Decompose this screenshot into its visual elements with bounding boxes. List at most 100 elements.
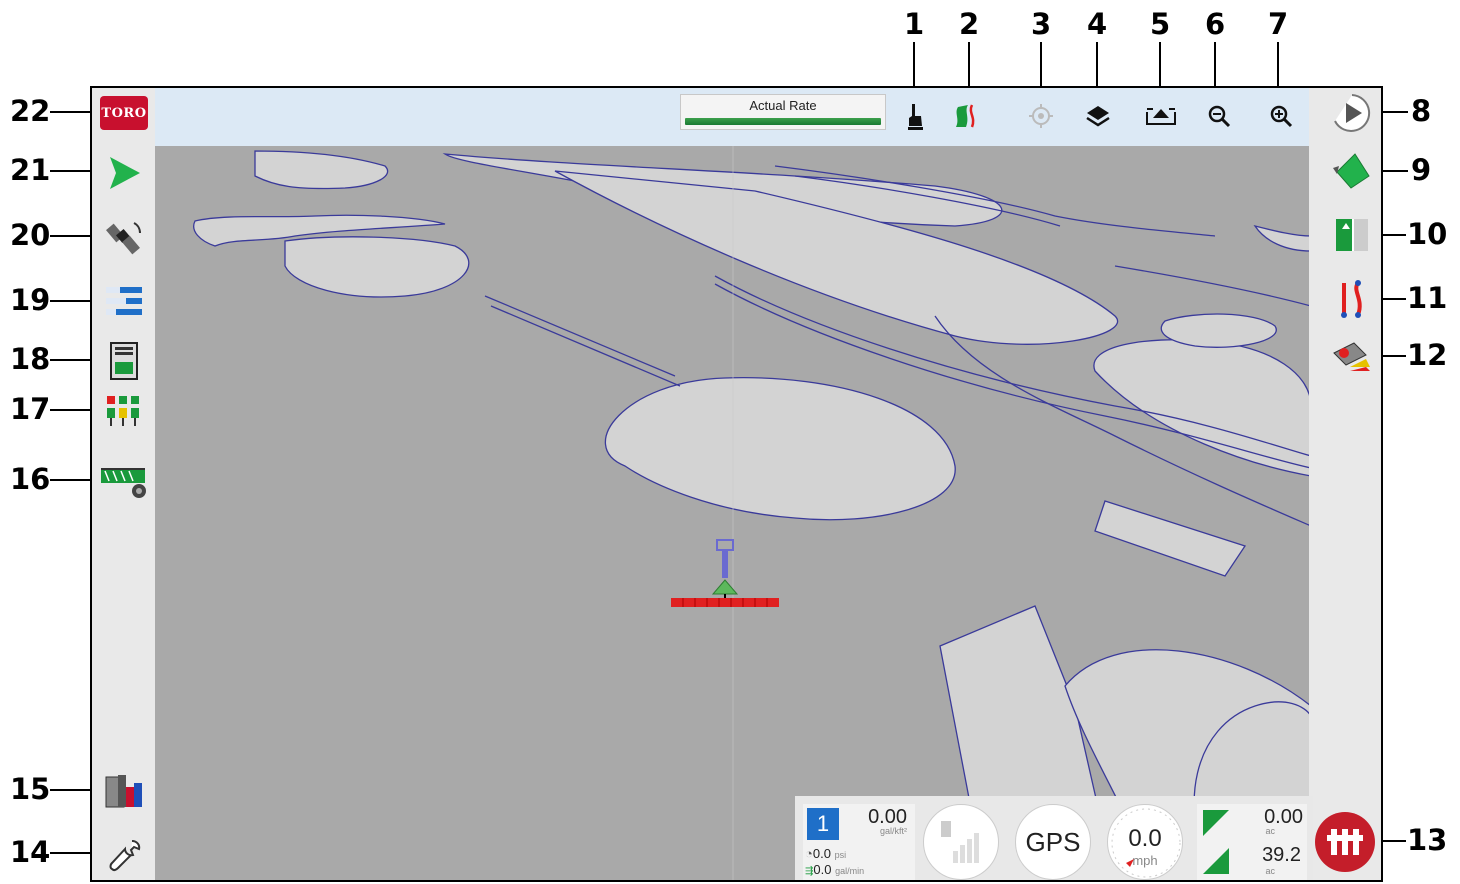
area-icon [1336,219,1368,251]
console-button[interactable] [99,338,149,384]
layers-icon [1086,106,1110,127]
callout-20: 20 [10,218,51,252]
gps-status-gauge[interactable]: GPS [1015,804,1091,880]
actual-rate-panel[interactable]: Actual Rate [680,94,886,130]
leader-line [968,42,970,92]
field-button[interactable] [1327,148,1377,194]
rate-control-button[interactable] [1327,334,1377,380]
callout-14: 14 [10,835,51,869]
callout-3: 3 [1031,7,1052,41]
rate-panel[interactable]: 1 0.00 gal/kft² ◔0.0 psi ⇶0.0 gal/min [803,804,915,880]
speedometer-icon [1111,808,1181,878]
hand-pointer-icon [908,104,923,130]
callout-8: 8 [1411,94,1432,128]
boundary-button[interactable] [1327,276,1377,322]
view-mode-icon [1146,108,1176,125]
center-target-button[interactable] [1018,94,1064,138]
callout-17: 17 [10,392,51,426]
callout-7: 7 [1268,7,1289,41]
job-list-button[interactable] [99,278,149,324]
toro-logo-icon: TORO [100,96,148,130]
rate-unit: gal/kft² [879,826,907,836]
vehicle-marker-icon [671,539,779,607]
play-icon [1334,94,1371,132]
coverage-icon [956,104,975,128]
area-2-value: 39.2 [1262,844,1301,866]
gps-satellite-button[interactable] [99,214,149,260]
callout-15: 15 [10,772,51,806]
map-canvas[interactable] [155,146,1312,882]
section-control-button[interactable] [99,388,149,434]
sprayer-setup-button[interactable] [99,458,149,504]
leader-line [1159,42,1161,92]
callout-12: 12 [1407,338,1448,372]
leader-line [913,42,915,92]
view-mode-button[interactable] [1138,94,1184,138]
callout-21: 21 [10,153,51,187]
map-view[interactable] [155,146,1312,882]
callout-2: 2 [959,7,980,41]
signal-gauge[interactable] [923,804,999,880]
field-icon [1333,153,1370,189]
callout-4: 4 [1087,7,1108,41]
center-target-icon [1029,104,1053,128]
sprayer-icon [101,468,146,498]
callout-9: 9 [1411,153,1432,187]
settings-button[interactable] [99,832,149,878]
signal-strength-icon [941,821,979,863]
guidance-arrow-icon [110,157,140,189]
callout-5: 5 [1150,7,1171,41]
area-total-icon [1203,848,1229,874]
guidance-button[interactable] [99,150,149,196]
toro-logo-button[interactable]: TORO [99,90,149,136]
area-button[interactable] [1327,212,1377,258]
area-1-unit: ac [1265,826,1275,836]
coverage-button[interactable] [946,94,992,138]
callout-22: 22 [10,94,51,128]
area-panel[interactable]: 0.00 ac 39.2 ac [1197,804,1307,880]
right-sidebar [1309,88,1381,880]
master-switch-icon [1315,812,1375,872]
layers-button[interactable] [1075,94,1121,138]
satellite-icon [106,222,141,255]
top-toolbar: Actual Rate [155,88,1309,146]
master-switch-button[interactable] [1313,810,1377,874]
gauge-icon: ◔ [805,846,813,861]
hand-pointer-button[interactable] [892,94,938,138]
leader-line [1380,840,1406,842]
wrench-icon [109,840,141,872]
actual-rate-label: Actual Rate [749,98,817,113]
callout-18: 18 [10,342,51,376]
section-control-icon [107,396,139,426]
leader-line [1096,42,1098,92]
toro-logo-text: TORO [101,105,147,121]
callout-13: 13 [1407,823,1448,857]
callout-16: 16 [10,462,51,496]
leader-line [1277,42,1279,92]
pressure-unit: psi [834,850,847,860]
leader-line [1040,42,1042,92]
gps-label: GPS [1025,826,1081,857]
boundary-icon [1341,280,1362,318]
play-button[interactable] [1327,90,1377,136]
callout-19: 19 [10,283,51,317]
area-2-unit: ac [1265,866,1275,876]
zoom-out-button[interactable] [1196,94,1242,138]
section-number: 1 [807,808,839,840]
area-applied-icon [1203,810,1229,836]
zoom-out-icon [1208,105,1231,128]
rate-icon [1333,342,1370,371]
speed-gauge[interactable]: 0.0 mph [1107,804,1183,880]
callout-1: 1 [904,7,925,41]
flow-row: ⇶0.0 gal/min [805,862,864,877]
device-screen: Actual Rate TORO 1 0.00 gal/kft² ◔0.0 ps… [90,86,1383,882]
left-sidebar: TORO [92,88,155,880]
zoom-in-button[interactable] [1258,94,1304,138]
list-icon [106,287,142,315]
actual-rate-bar [685,118,881,125]
tank-button[interactable] [99,768,149,814]
callout-10: 10 [1407,217,1448,251]
pressure-row: ◔0.0 psi [805,846,846,861]
leader-line [1214,42,1216,92]
tank-icon [105,775,142,808]
